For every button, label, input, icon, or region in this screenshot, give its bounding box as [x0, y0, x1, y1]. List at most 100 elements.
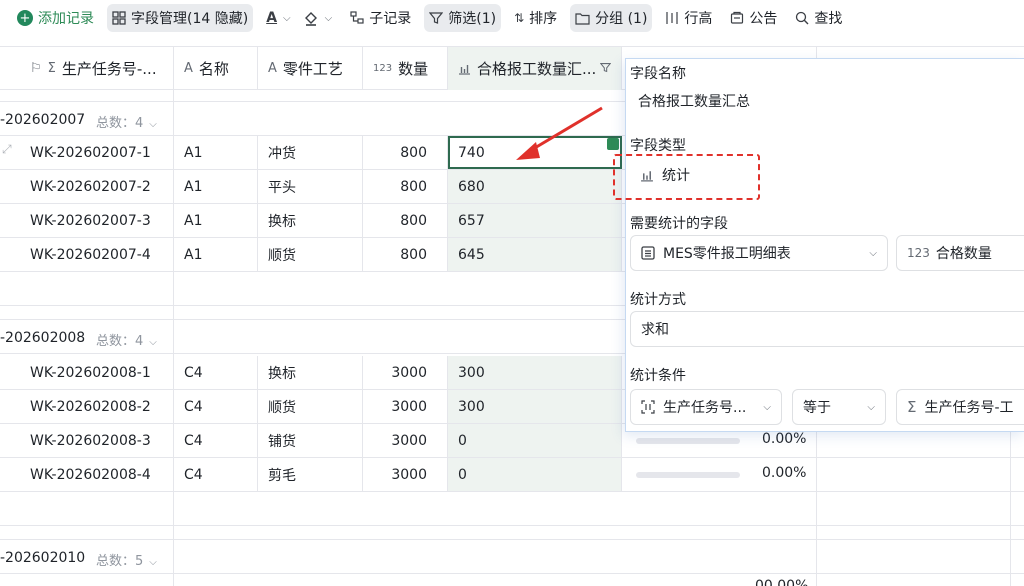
- field-manage-button[interactable]: 字段管理(14 隐藏): [107, 4, 254, 32]
- text-color-icon: A: [266, 10, 278, 26]
- method-select[interactable]: 求和: [630, 311, 1024, 347]
- stat-field-select[interactable]: 123 合格数量: [896, 235, 1024, 271]
- expand-record-icon[interactable]: ⤢: [2, 142, 12, 157]
- paint-bucket-icon: [303, 10, 319, 26]
- cell-qty[interactable]: 800: [363, 136, 448, 169]
- group-spacer: [0, 526, 1024, 540]
- cell-name[interactable]: C4: [174, 458, 258, 491]
- cell-task[interactable]: WK-202602008-4: [20, 458, 174, 491]
- text-type-icon: A: [268, 61, 277, 76]
- flag-icon: ⚐: [30, 61, 42, 76]
- cell-process[interactable]: 铺货: [258, 424, 363, 457]
- fill-color-button[interactable]: ⌵: [298, 4, 338, 32]
- header-name[interactable]: A 名称: [174, 47, 258, 90]
- field-type-label: 字段类型: [630, 138, 686, 154]
- cell-task[interactable]: WK-202602007-1: [20, 136, 174, 169]
- cell-task[interactable]: WK-202602008-1: [20, 356, 174, 389]
- sort-icon: ⇅: [514, 11, 525, 25]
- cell-name[interactable]: C4: [174, 356, 258, 389]
- row-height-button[interactable]: 行高: [660, 4, 717, 32]
- table-row[interactable]: 00.00%: [0, 574, 1024, 586]
- header-process[interactable]: A 零件工艺: [258, 47, 363, 90]
- cell-qty[interactable]: 800: [363, 170, 448, 203]
- cell-task[interactable]: WK-202602007-2: [20, 170, 174, 203]
- text-color-button[interactable]: A ⌵: [261, 4, 295, 32]
- number-type-icon: 123: [373, 63, 393, 74]
- sum-icon: Σ: [47, 61, 56, 76]
- chevron-down-icon: ⌵: [869, 247, 877, 259]
- number-type-icon: 123: [907, 246, 930, 260]
- cell-task[interactable]: WK-202602008-3: [20, 424, 174, 457]
- cell-name[interactable]: A1: [174, 170, 258, 203]
- chevron-down-icon: ⌵: [324, 12, 333, 24]
- cell-qty[interactable]: 3000: [363, 458, 448, 491]
- cell-qty[interactable]: 800: [363, 204, 448, 237]
- cell-summary[interactable]: 657: [448, 204, 622, 237]
- chevron-down-icon: ⌵: [149, 119, 157, 130]
- search-button[interactable]: 查找: [790, 4, 847, 32]
- cell-summary[interactable]: 0: [448, 424, 622, 457]
- cell-qty[interactable]: 3000: [363, 356, 448, 389]
- sort-button[interactable]: ⇅ 排序: [509, 4, 562, 32]
- cell-task[interactable]: WK-202602008-2: [20, 390, 174, 423]
- cell-process[interactable]: 换标: [258, 356, 363, 389]
- field-name-input[interactable]: 合格报工数量汇总: [630, 83, 1024, 119]
- annotation-arrow: [516, 106, 603, 160]
- cell-name[interactable]: A1: [174, 204, 258, 237]
- cell-summary[interactable]: 300: [448, 390, 622, 423]
- cell-summary[interactable]: 645: [448, 238, 622, 271]
- stat-field-label: 需要统计的字段: [630, 216, 728, 232]
- add-record-button[interactable]: + 添加记录: [12, 4, 99, 32]
- notice-icon: [730, 11, 744, 25]
- cell-process[interactable]: 顺货: [258, 238, 363, 271]
- cell-summary[interactable]: 680: [448, 170, 622, 203]
- add-row[interactable]: [0, 492, 1024, 526]
- annotation-highlight-box: [613, 154, 760, 200]
- cell-name[interactable]: C4: [174, 390, 258, 423]
- cell-process[interactable]: 剪毛: [258, 458, 363, 491]
- cell-qty[interactable]: 3000: [363, 390, 448, 423]
- toolbar: + 添加记录 字段管理(14 隐藏) A ⌵ ⌵ 子记录 筛选(1) ⇅ 排序: [0, 0, 1024, 36]
- progress-bar: [636, 472, 740, 478]
- stat-table-select[interactable]: MES零件报工明细表 ⌵: [630, 235, 888, 271]
- bar-chart-icon: [458, 63, 471, 75]
- cell-name[interactable]: C4: [174, 424, 258, 457]
- header-qty[interactable]: 123 数量: [363, 47, 448, 90]
- cell-process[interactable]: 换标: [258, 204, 363, 237]
- condition-value-select[interactable]: Σ 生产任务号-工: [896, 389, 1024, 425]
- progress-bar: [636, 438, 740, 444]
- cell-task[interactable]: WK-202602007-3: [20, 204, 174, 237]
- table-icon: [641, 246, 655, 260]
- cell-qty[interactable]: 3000: [363, 424, 448, 457]
- condition-operator-select[interactable]: 等于 ⌵: [792, 389, 886, 425]
- sum-icon: Σ: [907, 398, 917, 416]
- text-type-icon: A: [184, 61, 193, 76]
- chevron-down-icon: ⌵: [283, 12, 291, 24]
- cell-process[interactable]: 平头: [258, 170, 363, 203]
- cell-task[interactable]: WK-202602007-4: [20, 238, 174, 271]
- field-name-label: 字段名称: [630, 66, 686, 82]
- filter-button[interactable]: 筛选(1): [424, 4, 502, 32]
- condition-label: 统计条件: [630, 368, 686, 384]
- notice-button[interactable]: 公告: [725, 4, 782, 32]
- filter-icon: [599, 62, 612, 76]
- plus-icon: +: [17, 10, 33, 26]
- table-row[interactable]: WK-202602008-4 C4 剪毛 3000 0 0.00%: [0, 458, 1024, 492]
- method-label: 统计方式: [630, 292, 686, 308]
- cell-name[interactable]: A1: [174, 136, 258, 169]
- cell-name[interactable]: A1: [174, 238, 258, 271]
- percent-value: 00.00%: [755, 578, 809, 586]
- cell-process[interactable]: 顺货: [258, 390, 363, 423]
- cell-process[interactable]: 冲货: [258, 136, 363, 169]
- header-task-no[interactable]: ⚐ Σ 生产任务号-...: [20, 47, 174, 90]
- group-header[interactable]: -202602010 总数：5 ⌵: [0, 540, 1024, 574]
- header-summary[interactable]: 合格报工数量汇...: [448, 47, 622, 90]
- condition-field-select[interactable]: 生产任务号... ⌵: [630, 389, 782, 425]
- cell-qty[interactable]: 800: [363, 238, 448, 271]
- search-icon: [795, 11, 809, 25]
- cell-summary[interactable]: 300: [448, 356, 622, 389]
- group-button[interactable]: 分组 (1): [570, 4, 653, 32]
- cell-summary[interactable]: 0: [448, 458, 622, 491]
- sub-record-button[interactable]: 子记录: [345, 4, 416, 32]
- grid-icon: [112, 11, 126, 25]
